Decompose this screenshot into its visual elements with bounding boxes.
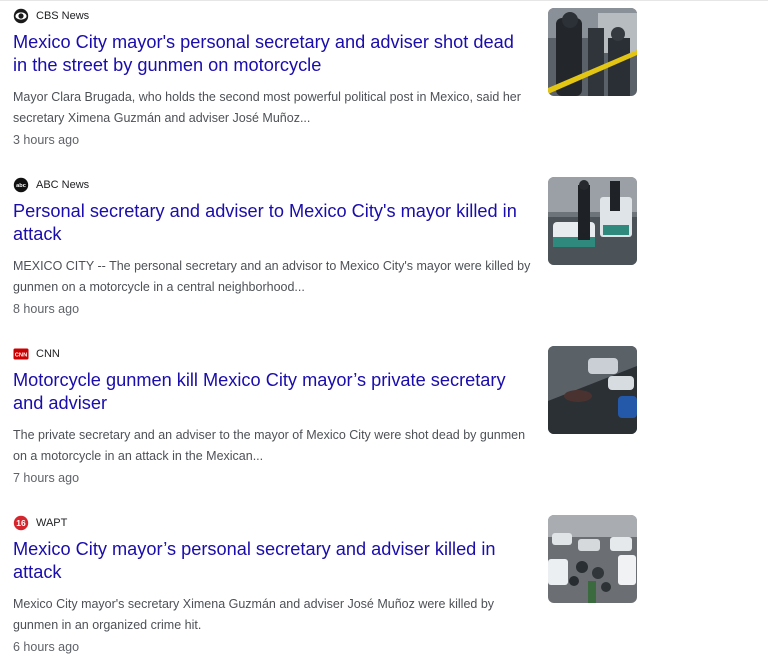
article-timestamp: 7 hours ago — [13, 471, 80, 485]
source-name: ABC News — [36, 179, 90, 191]
article-title-link[interactable]: Mexico City mayor’s personal secretary a… — [13, 538, 533, 584]
source-name: CNN — [36, 348, 60, 360]
article-title-link[interactable]: Motorcycle gunmen kill Mexico City mayor… — [13, 369, 533, 415]
article-snippet: The private secretary and an adviser to … — [13, 428, 526, 463]
news-card: abc ABC News Personal secretary and advi… — [13, 177, 638, 327]
article-thumbnail[interactable] — [548, 515, 637, 603]
news-source[interactable]: CNN CNN — [13, 346, 60, 362]
article-timestamp: 6 hours ago — [13, 640, 80, 654]
svg-text:16: 16 — [16, 518, 26, 528]
svg-text:abc: abc — [16, 183, 26, 189]
source-name: CBS News — [36, 10, 90, 22]
news-source[interactable]: abc ABC News — [13, 177, 89, 193]
news-card: 16 WAPT Mexico City mayor’s personal sec… — [13, 515, 638, 660]
article-snippet: MEXICO CITY -- The personal secretary an… — [13, 259, 531, 294]
wapt-16-logo-icon: 16 — [13, 515, 29, 531]
article-title-link[interactable]: Personal secretary and adviser to Mexico… — [13, 200, 533, 246]
cbs-eye-icon — [13, 8, 29, 24]
news-source[interactable]: 16 WAPT — [13, 515, 67, 531]
article-timestamp: 8 hours ago — [13, 302, 80, 316]
news-source[interactable]: CBS News — [13, 8, 89, 24]
news-results-list: CBS News Mexico City mayor's personal se… — [0, 0, 768, 660]
source-name: WAPT — [36, 517, 68, 529]
article-timestamp: 3 hours ago — [13, 133, 80, 147]
article-title-link[interactable]: Mexico City mayor's personal secretary a… — [13, 31, 533, 77]
article-thumbnail[interactable] — [548, 8, 637, 96]
abc-news-logo-icon: abc — [13, 177, 29, 193]
news-card: CBS News Mexico City mayor's personal se… — [13, 8, 638, 158]
article-snippet: Mayor Clara Brugada, who holds the secon… — [13, 90, 521, 125]
article-snippet: Mexico City mayor's secretary Ximena Guz… — [13, 597, 495, 632]
article-thumbnail[interactable] — [548, 177, 637, 265]
cnn-logo-icon: CNN — [13, 346, 29, 362]
svg-text:CNN: CNN — [15, 352, 28, 358]
article-thumbnail[interactable] — [548, 346, 637, 434]
news-card: CNN CNN Motorcycle gunmen kill Mexico Ci… — [13, 346, 638, 496]
